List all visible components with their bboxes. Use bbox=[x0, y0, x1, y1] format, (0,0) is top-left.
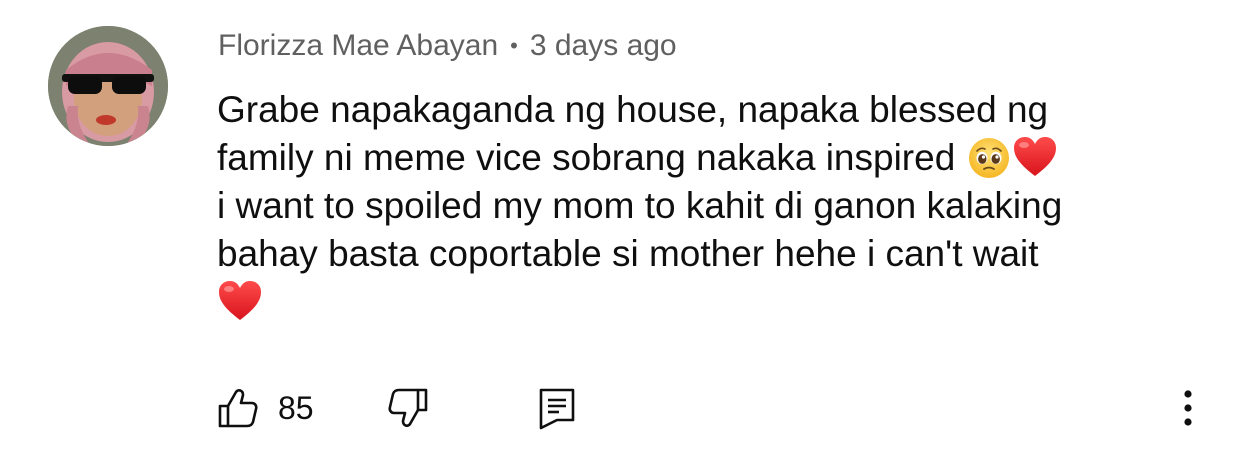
avatar[interactable] bbox=[48, 26, 168, 146]
comment-timestamp[interactable]: 3 days ago bbox=[530, 29, 677, 63]
thumbs-down-icon bbox=[384, 386, 430, 430]
comment-text-line: bahay basta coportable si mother hehe i … bbox=[217, 233, 1039, 274]
red-heart-emoji bbox=[217, 278, 263, 324]
comment-actions: 85 bbox=[0, 380, 1242, 436]
like-button[interactable]: 85 bbox=[216, 386, 314, 430]
author-name[interactable]: Florizza Mae Abayan bbox=[218, 29, 498, 63]
comment-text: Grabe napakaganda ng house, napaka bless… bbox=[217, 86, 1207, 326]
reply-button[interactable] bbox=[537, 386, 577, 430]
comment-header: Florizza Mae Abayan • 3 days ago bbox=[218, 26, 677, 66]
comment-text-line: family ni meme vice sobrang nakaka inspi… bbox=[217, 134, 1207, 182]
more-vertical-icon bbox=[1170, 386, 1206, 430]
thumbs-up-icon bbox=[216, 386, 260, 430]
comment-text-line: i want to spoiled my mom to kahit di gan… bbox=[217, 185, 1063, 226]
reply-comment-icon bbox=[537, 386, 577, 430]
meta-separator: • bbox=[510, 33, 518, 58]
like-count: 85 bbox=[278, 389, 314, 426]
comment-text-line bbox=[217, 278, 1207, 326]
dislike-button[interactable] bbox=[384, 386, 430, 430]
more-options-button[interactable] bbox=[1170, 386, 1206, 430]
comment-text-line: Grabe napakaganda ng house, napaka bless… bbox=[217, 89, 1049, 130]
pleading-face-emoji bbox=[966, 134, 1012, 180]
red-heart-emoji bbox=[1012, 134, 1058, 180]
comment-thread-item: Florizza Mae Abayan • 3 days ago Grabe n… bbox=[0, 0, 1242, 463]
